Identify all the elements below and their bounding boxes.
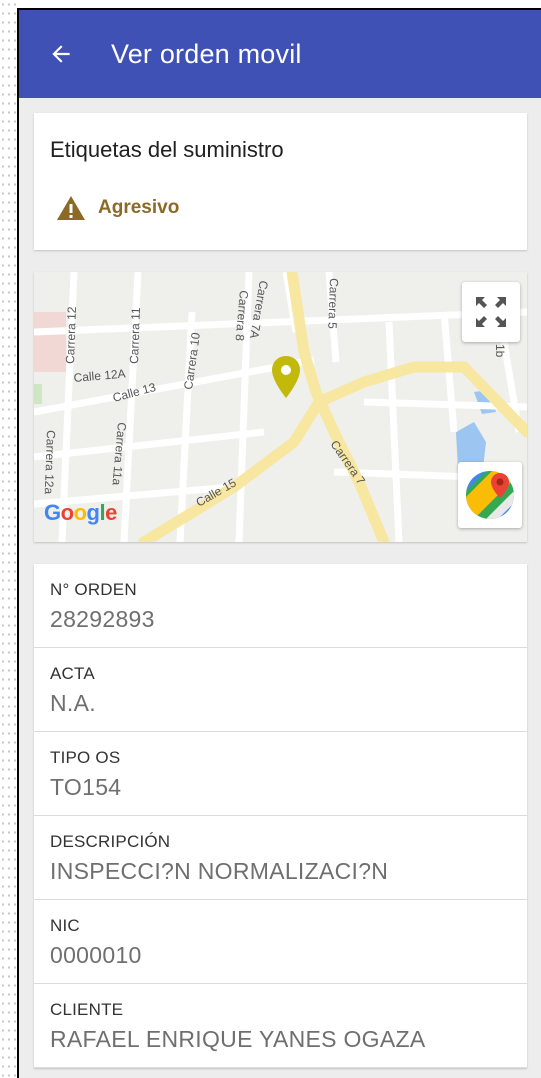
field-description: DESCRIPCIÓN INSPECCI?N NORMALIZACI?N (34, 816, 527, 900)
app-screen: Ver orden movil Etiquetas del suministro… (19, 10, 541, 1078)
field-label: N° ORDEN (50, 580, 137, 599)
fullscreen-icon (476, 297, 506, 327)
field-label: DESCRIPCIÓN (50, 832, 171, 851)
back-button[interactable] (33, 26, 89, 82)
tag-agresivo: Agresivo (56, 195, 527, 221)
field-label: NIC (50, 916, 80, 935)
order-details-list: N° ORDEN 28292893 ACTA N.A. TIPO OS TO15… (34, 564, 527, 1068)
field-value: RAFAEL ENRIQUE YANES OGAZA (50, 1026, 426, 1052)
tag-label: Agresivo (98, 197, 180, 218)
fullscreen-button[interactable] (462, 282, 520, 342)
background-edge (0, 0, 16, 1078)
field-value: 0000010 (50, 942, 142, 968)
field-acta: ACTA N.A. (34, 648, 527, 732)
street-label: Carrera 5 (325, 278, 341, 329)
street-label: 1b (493, 344, 507, 358)
street-label: Carrera 12 (63, 306, 79, 364)
warning-icon (57, 196, 85, 220)
labels-card-title: Etiquetas del suministro (50, 137, 284, 162)
field-order-number: N° ORDEN 28292893 (34, 564, 527, 648)
field-order-type: TIPO OS TO154 (34, 732, 527, 816)
supply-labels-card: Etiquetas del suministro Agresivo (34, 113, 527, 250)
field-label: ACTA (50, 664, 95, 683)
field-value: N.A. (50, 690, 96, 716)
google-logo: Google (44, 500, 117, 525)
map-pin-icon[interactable] (271, 355, 301, 399)
map-view[interactable]: Carrera 12 Carrera 11 Carrera 10 Carrera… (34, 272, 527, 542)
street-label: Carrera 11 (127, 307, 143, 364)
field-value: 28292893 (50, 606, 155, 632)
arrow-left-icon (52, 45, 70, 63)
field-value: INSPECCI?N NORMALIZACI?N (50, 858, 389, 884)
page-title: Ver orden movil (111, 38, 302, 69)
field-client: CLIENTE RAFAEL ENRIQUE YANES OGAZA (34, 984, 527, 1068)
field-value: TO154 (50, 774, 122, 800)
google-maps-icon (466, 471, 514, 519)
open-google-maps-button[interactable] (458, 462, 522, 528)
device-frame: Ver orden movil Etiquetas del suministro… (17, 8, 541, 1078)
app-bar: Ver orden movil (19, 10, 541, 98)
street-label: Carrera 12a (42, 430, 58, 495)
field-label: CLIENTE (50, 1000, 124, 1019)
field-nic: NIC 0000010 (34, 900, 527, 984)
field-label: TIPO OS (50, 748, 121, 767)
